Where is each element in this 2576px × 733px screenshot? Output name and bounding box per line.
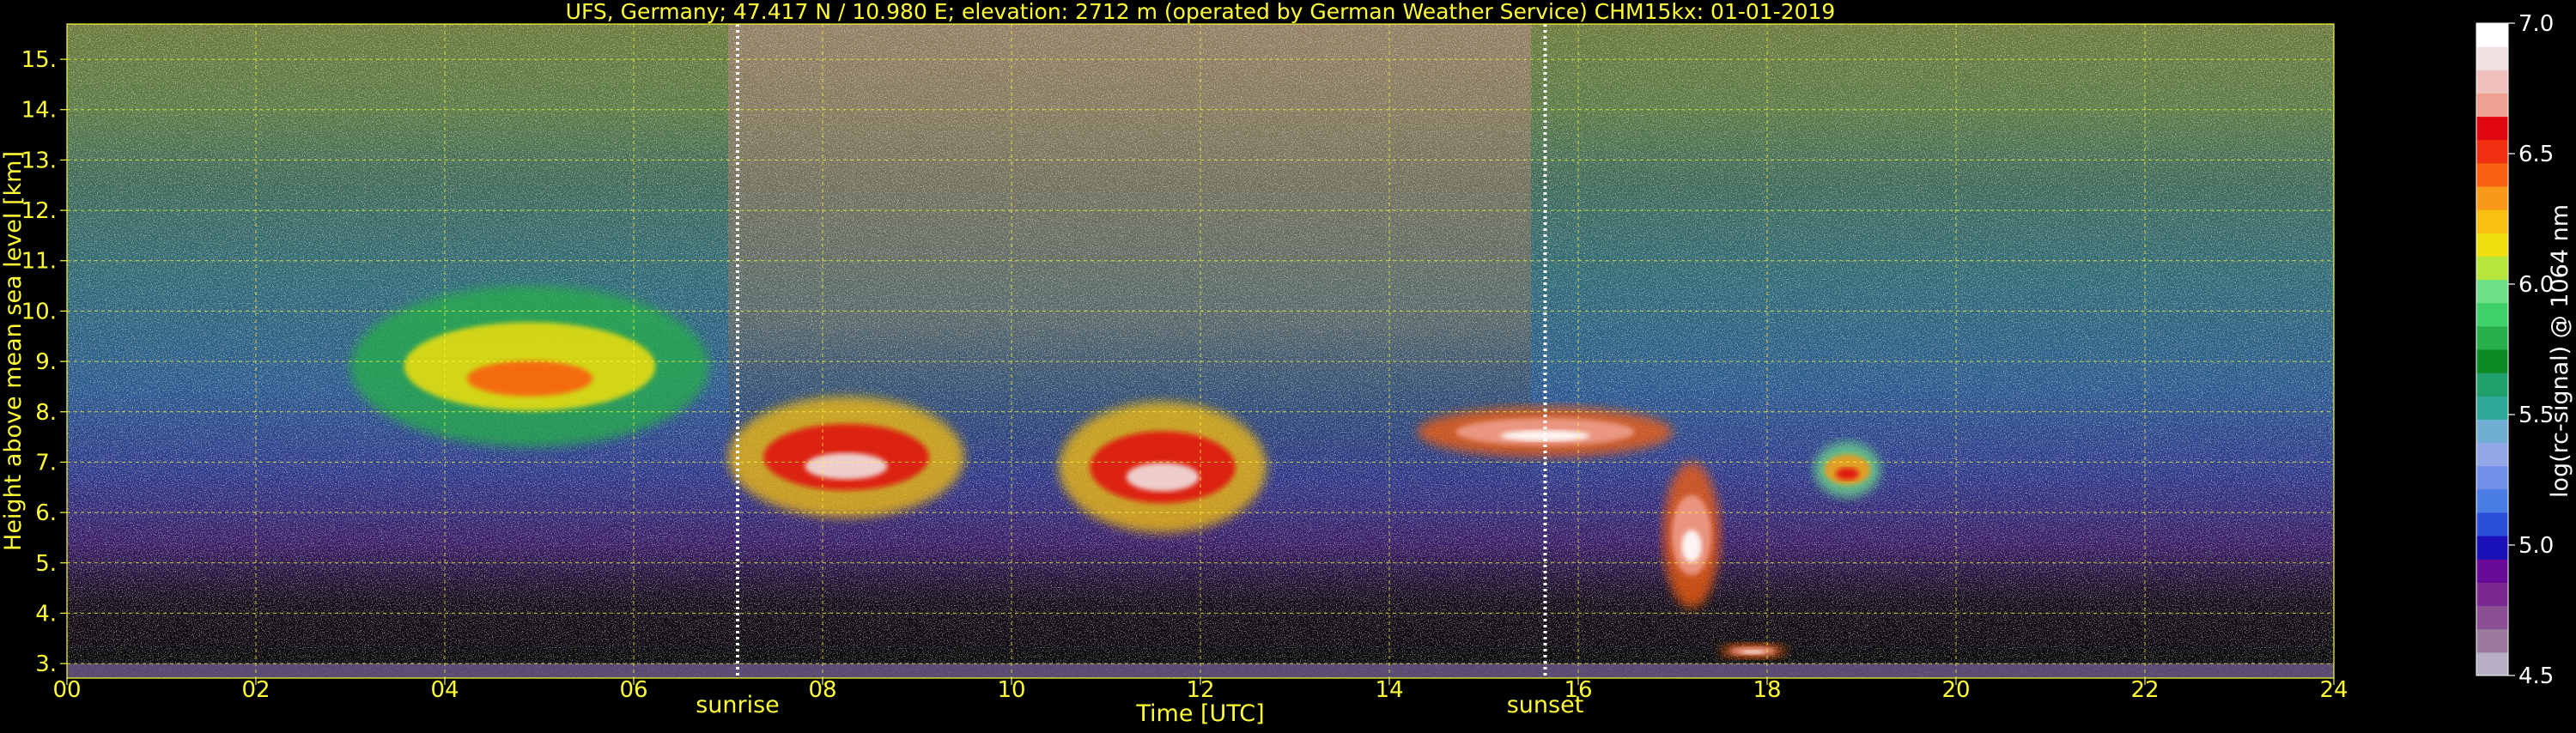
colorbar-swatch: [2476, 93, 2508, 118]
colorbar-swatch: [2476, 116, 2508, 141]
low-cloud-1700-core: [1741, 650, 1765, 654]
x-tick-label: 00: [52, 677, 81, 703]
y-tick-label: 4.: [35, 601, 57, 627]
colorbar-swatch: [2476, 465, 2508, 490]
colorbar-swatch: [2476, 512, 2508, 536]
colorbar-swatch: [2476, 349, 2508, 373]
x-axis-ticks: 00 02 04 06 08 10 12 14 16 18 20 22 24: [52, 677, 2348, 703]
colorbar-tick-label: 7.0: [2518, 11, 2554, 37]
cloud-evening-layer: [1418, 406, 1673, 457]
cloud-midday-layer-core: [1126, 462, 1200, 492]
sunrise-label: sunrise: [696, 692, 780, 718]
x-tick-label: 06: [619, 677, 647, 703]
x-tick-label: 16: [1564, 677, 1592, 703]
y-tick-label: 14.: [21, 98, 57, 124]
colorbar-swatch: [2476, 70, 2508, 94]
x-tick-label: 02: [241, 677, 270, 703]
colorbar-tick-label: 6.5: [2518, 142, 2554, 167]
cloud-morning-layer-core: [805, 452, 888, 480]
chart-title: UFS, Germany; 47.417 N / 10.980 E; eleva…: [566, 0, 1836, 24]
colorbar-swatch: [2476, 23, 2508, 47]
x-tick-label: 12: [1186, 677, 1214, 703]
y-tick-label: 8.: [35, 400, 57, 426]
colorbar-swatch: [2476, 396, 2508, 420]
colorbar-swatch: [2476, 139, 2508, 164]
y-axis-ticks: 3.4.5.6.7.8.9.10.11.12.13.14.15.: [21, 47, 67, 677]
ceilometer-figure: sunrise sunset 00 02 04 06 08 10 12 14 16 18 20 22 24…: [0, 0, 2576, 730]
low-cloud-1700: [1720, 643, 1786, 659]
x-tick-label: 10: [997, 677, 1025, 703]
cloud-fallstreak: [1663, 462, 1720, 609]
cloud-fallstreak-core: [1681, 530, 1702, 562]
colorbar-swatch: [2476, 488, 2508, 513]
x-tick-label: 08: [808, 677, 836, 703]
colorbar-swatches: [2476, 23, 2508, 676]
y-tick-label: 9.: [35, 349, 57, 375]
x-tick-label: 22: [2130, 677, 2159, 703]
colorbar-swatch: [2476, 302, 2508, 327]
cloud-night-ice-core: [466, 360, 593, 397]
cloud-patch-1830-core: [1836, 467, 1859, 481]
colorbar-swatch: [2476, 582, 2508, 607]
y-tick-label: 6.: [35, 500, 57, 526]
colorbar-swatch: [2476, 233, 2508, 257]
x-axis-label: Time [UTC]: [1135, 700, 1264, 727]
colorbar-swatch: [2476, 162, 2508, 187]
colorbar-swatch: [2476, 605, 2508, 630]
y-tick-label: 7.: [35, 450, 57, 476]
colorbar-tick-label: 4.5: [2518, 663, 2554, 689]
x-tick-label: 14: [1375, 677, 1403, 703]
y-tick-label: 3.: [35, 651, 57, 677]
ceilometer-chart: sunrise sunset 00 02 04 06 08 10 12 14 16 18 20 22 24…: [0, 0, 2573, 727]
colorbar-swatch: [2476, 325, 2508, 350]
colorbar: 4.55.05.56.06.57.0 log(rc-signal) @ 1064…: [2476, 11, 2573, 689]
colorbar-swatch: [2476, 373, 2508, 397]
y-tick-label: 15.: [21, 47, 57, 73]
colorbar-tick-label: 5.0: [2518, 533, 2554, 559]
cloud-morning-layer: [728, 397, 964, 518]
colorbar-swatch: [2476, 186, 2508, 210]
x-tick-label: 20: [1941, 677, 1970, 703]
colorbar-swatch: [2476, 442, 2508, 467]
colorbar-swatch: [2476, 419, 2508, 444]
y-tick-label: 5.: [35, 551, 57, 577]
colorbar-swatch: [2476, 536, 2508, 560]
colorbar-swatch: [2476, 209, 2508, 233]
cloud-patch-1830: [1814, 441, 1880, 498]
colorbar-swatch: [2476, 46, 2508, 70]
colorbar-swatch: [2476, 651, 2508, 676]
x-tick-label: 24: [2319, 677, 2348, 703]
colorbar-swatch: [2476, 628, 2508, 653]
y-axis-label: Height above mean sea level [km]: [0, 151, 27, 551]
colorbar-swatch: [2476, 559, 2508, 583]
colorbar-swatch: [2476, 256, 2508, 281]
x-tick-label: 18: [1753, 677, 1781, 703]
colorbar-label: log(rc-signal) @ 1064 nm: [2547, 204, 2573, 498]
cloud-night-ice: [350, 286, 709, 447]
cloud-midday-layer: [1059, 402, 1267, 533]
colorbar-swatch: [2476, 279, 2508, 304]
x-tick-label: 04: [430, 677, 459, 703]
